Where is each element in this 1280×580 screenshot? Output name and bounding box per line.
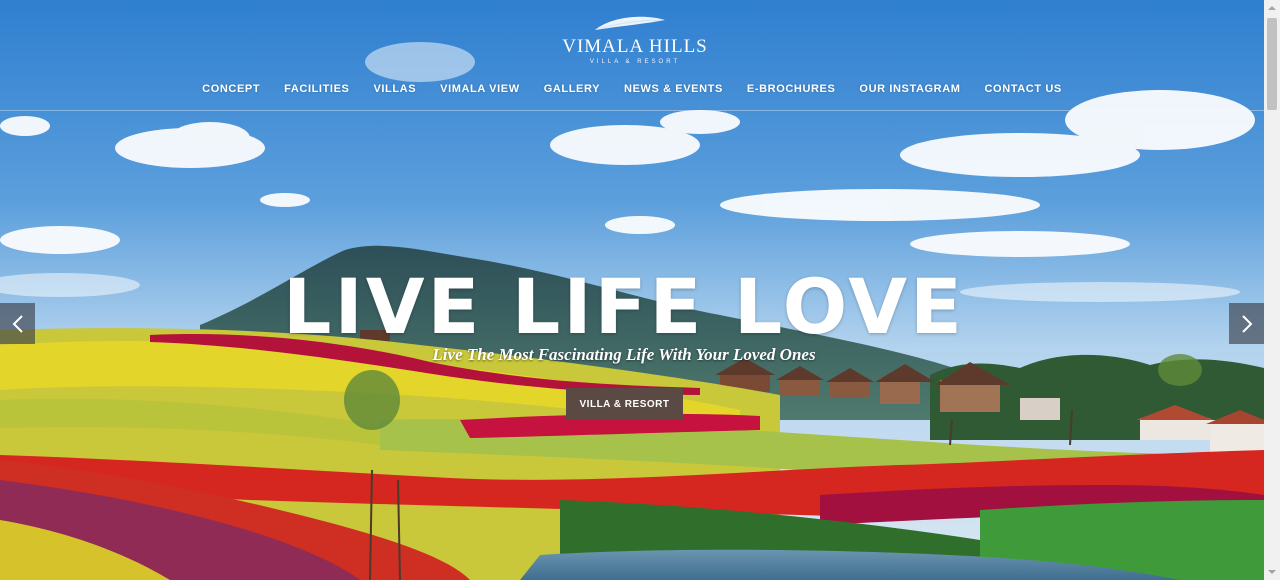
- scroll-up-arrow-icon[interactable]: [1264, 0, 1280, 16]
- slider-next-button[interactable]: [1229, 303, 1264, 344]
- nav-item-contact-us[interactable]: CONTACT US: [985, 83, 1062, 99]
- nav-item-gallery[interactable]: GALLERY: [544, 83, 600, 99]
- chevron-left-icon: [12, 314, 23, 333]
- main-navigation: CONCEPT FACILITIES VILLAS VIMALA VIEW GA…: [0, 83, 1264, 99]
- logo-tagline: VILLA & RESORT: [589, 59, 681, 65]
- vertical-scrollbar[interactable]: [1264, 0, 1280, 580]
- scrollbar-thumb[interactable]: [1267, 18, 1277, 110]
- hero-title: LIVE LIFE LOVE: [283, 262, 965, 351]
- chevron-right-icon: [1241, 314, 1252, 333]
- hero-slider: VIMALA HILLS VILLA & RESORT CONCEPT FACI…: [0, 0, 1264, 580]
- nav-item-concept[interactable]: CONCEPT: [202, 83, 260, 99]
- nav-item-villas[interactable]: VILLAS: [373, 83, 416, 99]
- hero-subtitle: Live The Most Fascinating Life With Your…: [432, 345, 816, 364]
- nav-item-facilities[interactable]: FACILITIES: [284, 83, 349, 99]
- nav-item-our-instagram[interactable]: OUR INSTAGRAM: [859, 83, 960, 99]
- nav-divider: [0, 110, 1264, 111]
- site-logo[interactable]: VIMALA HILLS VILLA & RESORT: [540, 14, 730, 72]
- slider-prev-button[interactable]: [0, 303, 35, 344]
- leaf-icon: [595, 16, 665, 30]
- nav-item-news-events[interactable]: NEWS & EVENTS: [624, 83, 723, 99]
- scroll-down-arrow-icon[interactable]: [1264, 564, 1280, 580]
- villa-resort-button[interactable]: VILLA & RESORT: [566, 388, 683, 420]
- nav-item-vimala-view[interactable]: VIMALA VIEW: [440, 83, 520, 99]
- nav-item-e-brochures[interactable]: E-BROCHURES: [747, 83, 836, 99]
- logo-title: VIMALA HILLS: [562, 36, 708, 57]
